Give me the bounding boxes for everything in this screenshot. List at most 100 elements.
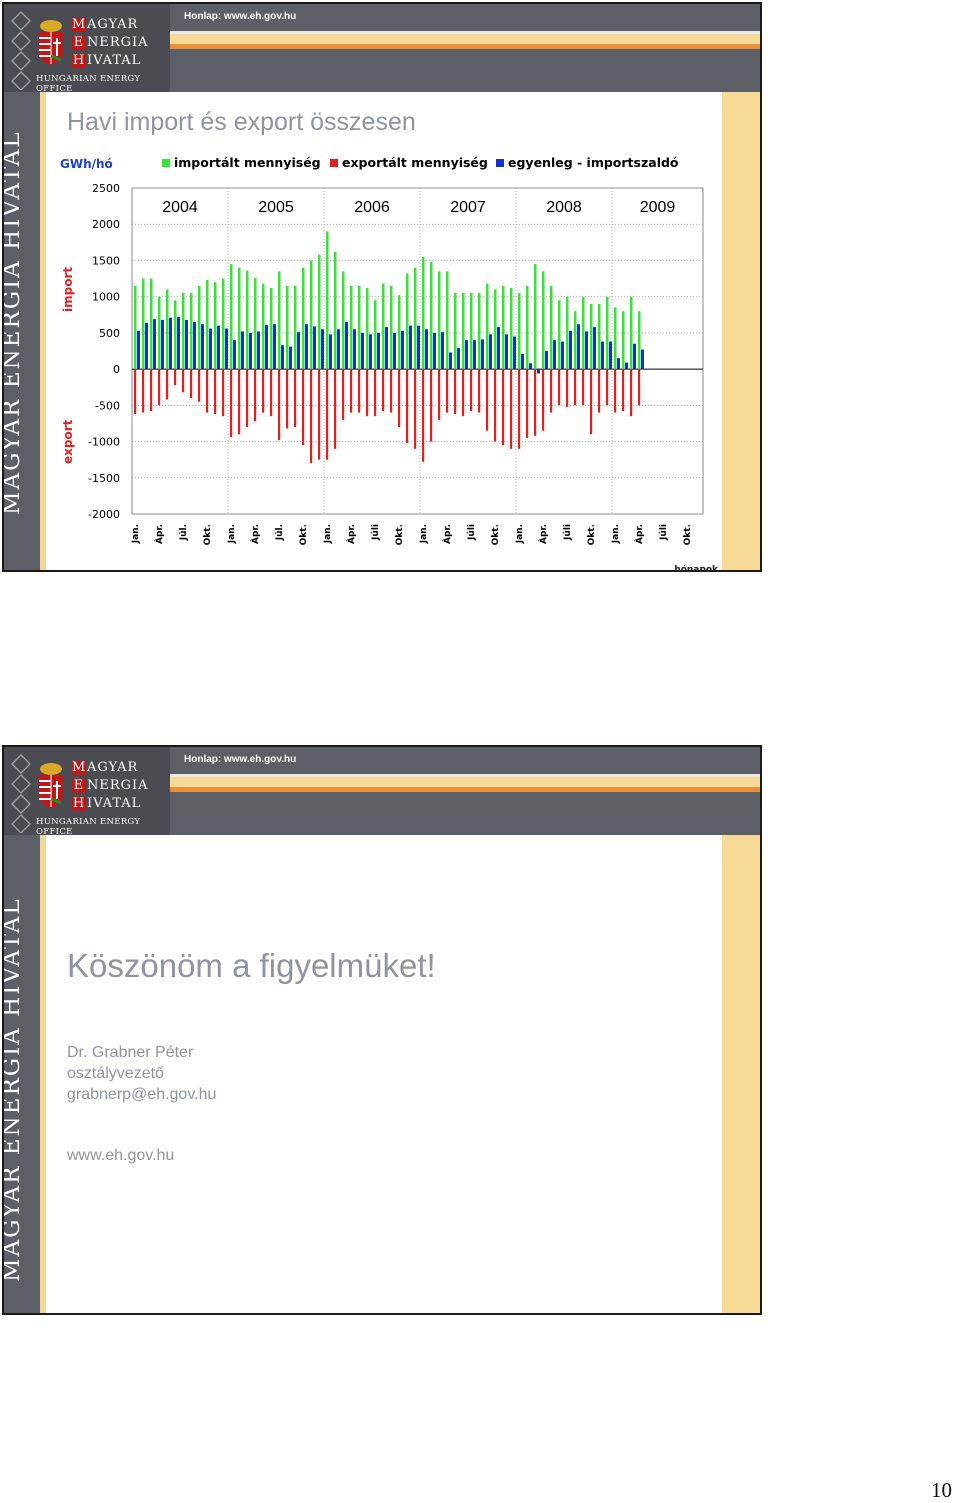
presenter-email[interactable]: grabnerp@eh.gov.hu — [67, 1086, 216, 1104]
bar-import — [238, 267, 241, 370]
bar-import — [406, 273, 409, 370]
bar-export — [438, 369, 441, 420]
y-tick-label: 500 — [99, 327, 120, 340]
bar-import — [190, 293, 193, 370]
logo-initial: M — [72, 17, 87, 32]
bar-balance — [553, 340, 556, 370]
legend-label: exportált mennyiség — [342, 155, 488, 170]
x-tick-label: Jan. — [227, 524, 237, 544]
x-tick-label: Okt. — [587, 524, 597, 545]
bar-balance — [321, 329, 324, 370]
x-tick-label: Júli — [563, 524, 573, 541]
bar-import — [358, 285, 361, 370]
coat-of-arms-icon — [39, 20, 63, 65]
bar-export — [630, 369, 633, 417]
bar-import — [566, 296, 569, 370]
bar-balance — [169, 317, 172, 370]
thank-you-title: Köszönöm a figyelmüket! — [67, 947, 436, 984]
y-tick-label: 0 — [113, 363, 120, 376]
y-tick-label: -2000 — [88, 508, 120, 521]
bar-balance — [449, 352, 452, 370]
website-link[interactable]: www.eh.gov.hu — [67, 1147, 174, 1165]
bar-import — [326, 231, 329, 370]
bar-import — [246, 270, 249, 370]
bar-balance — [625, 362, 628, 370]
bar-import — [214, 282, 217, 370]
bar-export — [326, 369, 329, 460]
bar-export — [214, 369, 217, 415]
bar-export — [526, 369, 529, 438]
bar-import — [382, 283, 385, 370]
logo-word: AGYAR — [87, 760, 139, 775]
bar-balance — [529, 363, 532, 370]
bar-export — [134, 369, 137, 415]
slide-title: Havi import és export összesen — [67, 108, 416, 136]
y-tick-label: 1500 — [92, 254, 120, 267]
bar-export — [582, 369, 585, 406]
legend-label: egyenleg - importszaldó — [508, 155, 679, 170]
bar-import — [574, 311, 577, 370]
bar-balance — [193, 322, 196, 370]
bar-import — [510, 287, 513, 370]
bar-export — [238, 369, 241, 435]
bar-export — [302, 369, 305, 446]
bar-export — [518, 369, 521, 449]
bar-import — [470, 293, 473, 370]
bar-export — [342, 369, 345, 420]
bar-balance — [633, 343, 636, 370]
bar-import — [374, 300, 377, 370]
bar-balance — [257, 331, 260, 370]
logo-initial: H — [72, 796, 86, 811]
bars — [134, 231, 644, 464]
bar-balance — [417, 325, 420, 370]
homepage-link[interactable]: Honlap: www.eh.gov.hu — [184, 754, 296, 765]
bar-export — [182, 369, 185, 393]
bar-export — [622, 369, 625, 412]
side-title: MAGYAR ENERGIA HIVATAL — [2, 130, 25, 515]
bar-balance — [313, 326, 316, 370]
bar-export — [174, 369, 177, 386]
bar-export — [366, 369, 369, 417]
x-tick-label: Júli — [371, 524, 381, 541]
year-labels: 2004 2005 2006 2007 2008 2009 — [162, 199, 675, 216]
bar-import — [638, 311, 641, 370]
bar-balance — [161, 319, 164, 370]
logo-word: NERGIA — [87, 778, 149, 793]
x-tick-label: Ápr. — [441, 524, 453, 544]
bar-balance — [441, 332, 444, 370]
bar-export — [206, 369, 209, 413]
bar-export — [166, 369, 169, 400]
bar-balance — [137, 330, 140, 370]
bar-export — [318, 369, 321, 460]
bar-import — [478, 293, 481, 370]
bar-export — [198, 369, 201, 402]
presenter-name: Dr. Grabner Péter — [67, 1044, 194, 1061]
bar-balance — [641, 349, 644, 370]
bar-balance — [505, 334, 508, 370]
bar-balance — [569, 330, 572, 370]
bar-export — [230, 369, 233, 438]
bar-export — [470, 369, 473, 412]
bar-import — [302, 267, 305, 370]
bar-export — [406, 369, 409, 444]
logo: MAGYAR E NERGIA H IVATAL HUNGARIAN ENERGY … — [4, 4, 170, 94]
legend-swatch — [496, 159, 504, 167]
bar-balance — [521, 353, 524, 370]
bar-export — [150, 369, 153, 412]
y-tick-label: -500 — [95, 399, 120, 412]
bar-import — [582, 296, 585, 370]
year-label: 2009 — [640, 199, 676, 216]
header-stripe — [170, 44, 760, 49]
y-tick-label: 1000 — [92, 291, 120, 304]
bar-balance — [465, 340, 468, 370]
bar-export — [286, 369, 289, 429]
x-tick-label: Ápr. — [537, 524, 549, 544]
bar-export — [278, 369, 281, 441]
side-title: MAGYAR ENERGIA HIVATAL — [2, 897, 25, 1282]
year-label: 2004 — [162, 199, 198, 216]
bar-import — [590, 303, 593, 370]
bar-balance — [409, 325, 412, 370]
bar-balance — [377, 332, 380, 370]
homepage-link[interactable]: Honlap: www.eh.gov.hu — [184, 11, 296, 22]
x-tick-labels: Jan. Ápr. Júl. Okt. Jan. Ápr. Júl. Okt. Jan. Ápr.… — [131, 524, 693, 545]
